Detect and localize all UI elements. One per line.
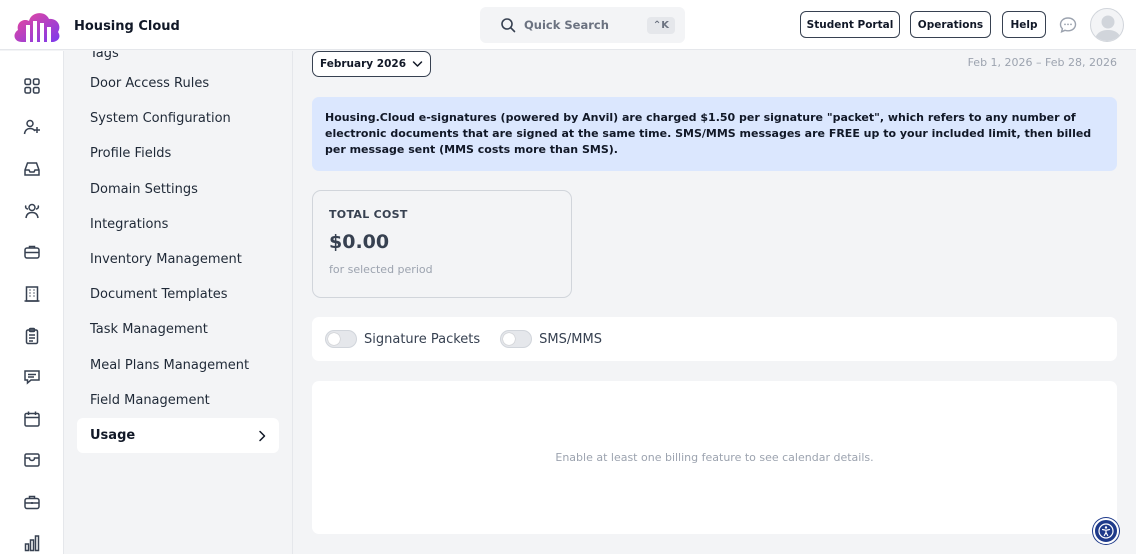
briefcase-icon[interactable] xyxy=(22,242,42,262)
chevron-right-icon xyxy=(259,430,266,441)
icon-rail xyxy=(0,51,64,554)
search-label: Quick Search xyxy=(524,18,609,32)
toggle-knob xyxy=(328,333,340,345)
clipboard-icon[interactable] xyxy=(22,326,42,346)
signature-packets-label: Signature Packets xyxy=(364,331,481,347)
total-cost-value: $0.00 xyxy=(329,231,390,253)
sidebar-item-domain-settings[interactable]: Domain Settings xyxy=(77,172,279,207)
sidebar-item-field-management[interactable]: Field Management xyxy=(77,383,279,418)
sidebar-item-task-management[interactable]: Task Management xyxy=(77,312,279,347)
calendar-icon[interactable] xyxy=(22,409,42,429)
sidebar-item-system-configuration[interactable]: System Configuration xyxy=(77,101,279,136)
brand[interactable]: Housing Cloud xyxy=(12,8,180,44)
accessibility-button[interactable] xyxy=(1093,518,1119,544)
quick-search[interactable]: Quick Search ⌃K xyxy=(480,7,685,43)
sidebar-item-integrations[interactable]: Integrations xyxy=(77,207,279,242)
toggle-knob xyxy=(503,333,516,345)
total-cost-card: TOTAL COST $0.00 for selected period xyxy=(312,190,572,298)
avatar[interactable] xyxy=(1090,8,1124,42)
users-icon[interactable] xyxy=(22,201,42,221)
student-portal-button[interactable]: Student Portal xyxy=(800,11,900,38)
search-icon xyxy=(501,18,516,33)
sidebar-item-inventory-management[interactable]: Inventory Management xyxy=(77,242,279,277)
sms-mms-toggle-group: SMS/MMS xyxy=(500,330,602,348)
sms-mms-toggle[interactable] xyxy=(500,330,533,348)
total-cost-subtitle: for selected period xyxy=(329,263,433,276)
brand-title: Housing Cloud xyxy=(74,18,180,34)
user-avatar-icon xyxy=(1094,15,1122,41)
chat-icon[interactable] xyxy=(1059,16,1077,34)
mail-box-icon[interactable] xyxy=(22,450,42,470)
sidebar-item-usage[interactable]: Usage xyxy=(77,418,279,453)
accessibility-icon xyxy=(1098,523,1114,539)
cloud-logo-icon xyxy=(14,13,60,42)
calendar-empty-message: Enable at least one billing feature to s… xyxy=(555,451,874,464)
sidebar-item-door-access-rules[interactable]: Door Access Rules xyxy=(77,66,279,101)
bar-chart-icon[interactable] xyxy=(22,533,42,553)
add-user-icon[interactable] xyxy=(22,117,42,137)
main-content: February 2026 Feb 1, 2026 – Feb 28, 2026… xyxy=(293,51,1136,554)
usage-calendar: Enable at least one billing feature to s… xyxy=(312,381,1117,534)
building-icon[interactable] xyxy=(22,284,42,304)
month-selector[interactable]: February 2026 xyxy=(312,51,431,77)
sidebar-item-meal-plans-management[interactable]: Meal Plans Management xyxy=(77,348,279,383)
sms-mms-label: SMS/MMS xyxy=(539,331,602,347)
message-icon[interactable] xyxy=(22,367,42,387)
signature-packets-toggle[interactable] xyxy=(325,330,357,348)
sidebar-item-label: Usage xyxy=(90,428,136,443)
month-selector-label: February 2026 xyxy=(319,58,407,70)
top-header: Housing Cloud Quick Search ⌃K Student Po… xyxy=(0,0,1136,50)
total-cost-label: TOTAL COST xyxy=(329,208,408,221)
search-shortcut: ⌃K xyxy=(646,16,675,34)
dashboard-icon[interactable] xyxy=(22,76,42,96)
billing-notice: Housing.Cloud e-signatures (powered by A… xyxy=(312,97,1117,171)
help-button[interactable]: Help xyxy=(1002,11,1046,38)
chevron-down-icon xyxy=(412,61,423,67)
billing-feature-toggles: Signature Packets SMS/MMS xyxy=(312,317,1117,361)
sidebar-item-profile-fields[interactable]: Profile Fields xyxy=(77,136,279,171)
settings-sidebar: Tags Door Access Rules System Configurat… xyxy=(64,51,293,554)
sidebar-item-document-templates[interactable]: Document Templates xyxy=(77,277,279,312)
operations-button[interactable]: Operations xyxy=(910,11,991,38)
signature-packets-toggle-group: Signature Packets xyxy=(325,330,480,348)
inbox-icon[interactable] xyxy=(22,159,42,179)
date-range: Feb 1, 2026 – Feb 28, 2026 xyxy=(967,56,1117,69)
toolbox-icon[interactable] xyxy=(22,492,42,512)
